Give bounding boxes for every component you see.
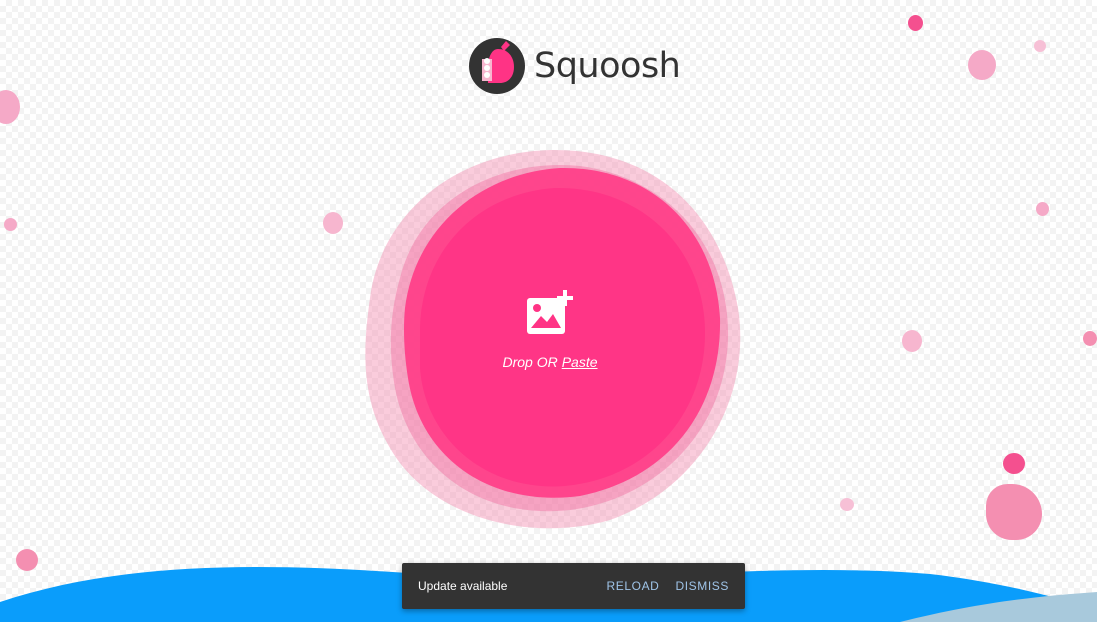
decorative-dot bbox=[1003, 453, 1025, 474]
decorative-dot bbox=[1083, 331, 1097, 346]
app-header: Squoosh bbox=[468, 36, 681, 96]
decorative-dot bbox=[968, 50, 996, 80]
decorative-dot bbox=[902, 330, 922, 352]
drop-instructions: Drop OR Paste bbox=[502, 354, 597, 370]
decorative-dot bbox=[323, 212, 343, 234]
decorative-dot bbox=[4, 218, 17, 231]
logo-text: Squoosh bbox=[534, 46, 681, 86]
decorative-dot bbox=[0, 90, 20, 124]
reload-button[interactable]: RELOAD bbox=[607, 579, 660, 593]
update-snackbar: Update available RELOAD DISMISS bbox=[402, 563, 745, 609]
squoosh-logo-icon bbox=[469, 38, 525, 94]
paste-link[interactable]: Paste bbox=[562, 354, 598, 370]
decorative-dot bbox=[1036, 202, 1049, 216]
decorative-dot bbox=[986, 484, 1042, 540]
decorative-dot bbox=[908, 15, 923, 31]
decorative-dot bbox=[1034, 40, 1046, 52]
snackbar-message: Update available bbox=[418, 579, 508, 593]
add-image-icon[interactable] bbox=[525, 290, 575, 336]
dismiss-button[interactable]: DISMISS bbox=[675, 579, 729, 593]
file-drop-zone[interactable]: Drop OR Paste bbox=[430, 240, 670, 420]
drop-label: Drop OR bbox=[502, 354, 558, 370]
decorative-dot bbox=[840, 498, 854, 511]
